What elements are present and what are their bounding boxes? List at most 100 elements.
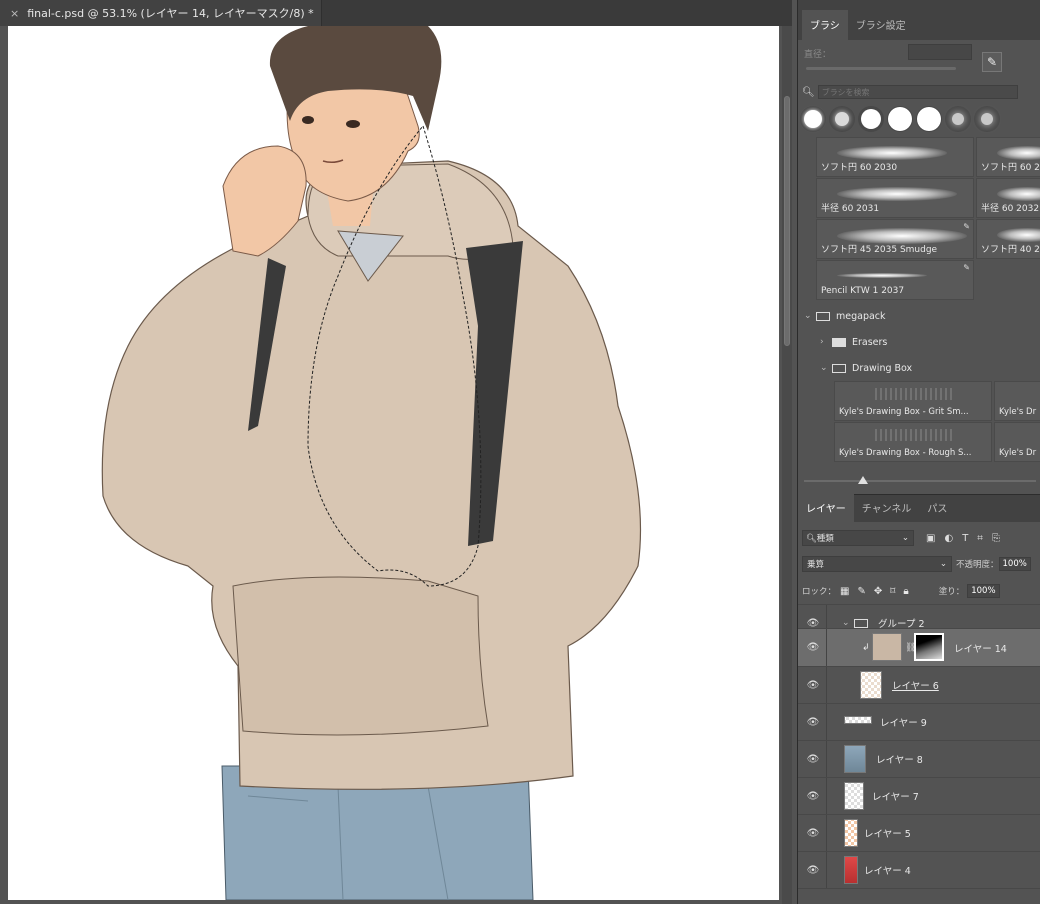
eye-icon[interactable]: 👁︎: [806, 642, 820, 653]
brush-folder-erasers[interactable]: › Erasers: [798, 329, 1040, 355]
layer-row[interactable]: 👁︎ レイヤー 6: [798, 666, 1040, 704]
folder-icon: [816, 311, 830, 321]
layer-filter-icons: ▣ ◐ T ⌗ ⎘: [926, 533, 1000, 544]
brush-preset[interactable]: ✎ Pencil KTW 1 2037: [816, 260, 974, 300]
lock-transparency-icon[interactable]: ▦: [840, 586, 849, 597]
lock-artboard-icon[interactable]: ⌑: [890, 586, 895, 597]
brush-preset[interactable]: ソフト円 60 2030: [816, 137, 974, 177]
canvas-vertical-scrollbar[interactable]: [782, 26, 792, 904]
layer-thumbnail[interactable]: [872, 633, 902, 661]
layer-mask-thumbnail[interactable]: [914, 633, 944, 661]
slider-knob[interactable]: [858, 476, 868, 484]
brush-panel-tabs: ブラシ ブラシ設定: [798, 0, 1040, 40]
type-filter-icon[interactable]: T: [962, 533, 968, 544]
layer-row[interactable]: 👁︎ レイヤー 8: [798, 740, 1040, 778]
folder-icon: [832, 363, 846, 373]
brush-tip-1[interactable]: [800, 106, 826, 132]
eye-icon[interactable]: 👁︎: [806, 680, 820, 691]
tab-paths[interactable]: パス: [919, 494, 955, 522]
brush-size-label: 直径：: [804, 50, 832, 60]
brush-tip-4[interactable]: [887, 106, 913, 132]
chevron-down-icon[interactable]: ⌄: [804, 311, 816, 321]
tab-brush-settings[interactable]: ブラシ設定: [848, 10, 914, 40]
opacity-input[interactable]: 100%: [998, 557, 1031, 571]
close-tab-icon[interactable]: ×: [10, 7, 19, 20]
chevron-down-icon: ⌄: [939, 559, 947, 569]
chevron-right-icon[interactable]: ›: [820, 337, 832, 347]
eye-icon[interactable]: 👁︎: [806, 717, 820, 728]
eye-icon[interactable]: 👁︎: [806, 618, 820, 629]
brush-preset-label: 半径 60 2031: [821, 204, 880, 214]
layer-thumbnail[interactable]: [844, 819, 858, 847]
tab-brush[interactable]: ブラシ: [802, 10, 848, 40]
brush-preset-label: Kyle's Dr: [999, 407, 1037, 417]
image-filter-icon[interactable]: ▣: [926, 533, 935, 544]
brush-preset[interactable]: ✎ ソフト円 45 2035 Smudge: [816, 219, 974, 259]
layer-row[interactable]: 👁︎ レイヤー 9: [798, 703, 1040, 741]
artwork-canvas[interactable]: [8, 26, 779, 900]
brush-preset[interactable]: ソフト円 40 2: [976, 219, 1040, 259]
recent-brush-tips: [800, 106, 1000, 136]
photoshop-window: × final-c.psd @ 53.1% (レイヤー 14, レイヤーマスク/…: [0, 0, 1040, 904]
smart-object-filter-icon[interactable]: ⎘: [992, 533, 1000, 544]
tab-layers[interactable]: レイヤー: [798, 494, 854, 522]
brush-texture-preview: [875, 388, 955, 400]
layer-thumbnail[interactable]: [844, 716, 872, 724]
brush-folder-drawing-box[interactable]: ⌄ Drawing Box: [798, 355, 1040, 381]
layer-thumbnail[interactable]: [844, 856, 858, 884]
eye-icon[interactable]: 👁︎: [806, 865, 820, 876]
chevron-down-icon[interactable]: ⌄: [842, 618, 850, 628]
brush-texture-preview: [875, 429, 955, 441]
brush-tip-7[interactable]: [974, 106, 1000, 132]
brush-edit-button[interactable]: ✎: [982, 52, 1002, 72]
layer-kind-filter[interactable]: 🔍︎種類 ⌄: [802, 530, 914, 546]
document-tab[interactable]: × final-c.psd @ 53.1% (レイヤー 14, レイヤーマスク/…: [0, 0, 322, 26]
brush-preview-size-slider[interactable]: [804, 476, 1036, 484]
brush-preset[interactable]: Kyle's Dr: [994, 381, 1040, 421]
adjustment-filter-icon[interactable]: ◐: [944, 533, 953, 544]
brush-preset-label: ソフト円 40 2: [981, 245, 1040, 255]
chevron-down-icon[interactable]: ⌄: [820, 363, 832, 373]
chevron-down-icon: ⌄: [901, 533, 909, 543]
brush-preset-label: Kyle's Drawing Box - Grit Sm...: [839, 407, 969, 417]
layer-thumbnail[interactable]: [860, 671, 882, 699]
brush-tip-3[interactable]: [858, 106, 884, 132]
brush-preset[interactable]: Kyle's Drawing Box - Grit Sm...: [834, 381, 992, 421]
layer-row[interactable]: 👁︎ レイヤー 5: [798, 814, 1040, 852]
brush-size-slider[interactable]: [806, 67, 956, 70]
layer-row[interactable]: 👁︎ レイヤー 4: [798, 851, 1040, 889]
brush-preset[interactable]: Kyle's Dr: [994, 422, 1040, 462]
folder-label: Drawing Box: [852, 362, 913, 374]
brush-tip-6[interactable]: [945, 106, 971, 132]
brush-tip-2[interactable]: [829, 106, 855, 132]
brush-search-input[interactable]: [817, 85, 1018, 99]
brush-preset[interactable]: Kyle's Drawing Box - Rough S...: [834, 422, 992, 462]
layer-thumbnail[interactable]: [844, 782, 864, 810]
layer-row[interactable]: 👁︎ レイヤー 7: [798, 777, 1040, 815]
lock-all-icon[interactable]: 🔒︎: [903, 586, 908, 597]
lock-row: ロック： ▦ ✎ ✥ ⌑ 🔒︎ 塗り： 100%: [802, 582, 1040, 600]
layer-thumbnail[interactable]: [844, 745, 866, 773]
lock-position-icon[interactable]: ✥: [874, 586, 882, 597]
brush-preset[interactable]: 半径 60 2032: [976, 178, 1040, 218]
eye-icon[interactable]: 👁︎: [806, 754, 820, 765]
brush-size-input[interactable]: [908, 44, 972, 60]
fill-input[interactable]: 100%: [967, 584, 1000, 598]
brush-stroke-preview: [997, 228, 1040, 242]
eye-icon[interactable]: 👁︎: [806, 791, 820, 802]
brush-preset[interactable]: ソフト円 60 2: [976, 137, 1040, 177]
layer-row-partial[interactable]: [798, 888, 1040, 904]
tab-channels[interactable]: チャンネル: [854, 494, 920, 522]
brush-stroke-preview: [837, 187, 957, 201]
eye-icon[interactable]: 👁︎: [806, 828, 820, 839]
brush-preset-label: Pencil KTW 1 2037: [821, 286, 905, 296]
lock-paint-icon[interactable]: ✎: [857, 586, 865, 597]
brush-folder-megapack[interactable]: ⌄ megapack: [798, 303, 1040, 329]
blend-mode-select[interactable]: 乗算 ⌄: [802, 556, 952, 572]
scrollbar-thumb[interactable]: [784, 96, 790, 346]
brush-tip-5[interactable]: [916, 106, 942, 132]
brush-preset[interactable]: 半径 60 2031: [816, 178, 974, 218]
shape-filter-icon[interactable]: ⌗: [977, 533, 983, 544]
layer-row[interactable]: 👁︎ ↲ ⛓ レイヤー 14: [798, 628, 1040, 666]
brush-stroke-preview: [837, 273, 927, 278]
